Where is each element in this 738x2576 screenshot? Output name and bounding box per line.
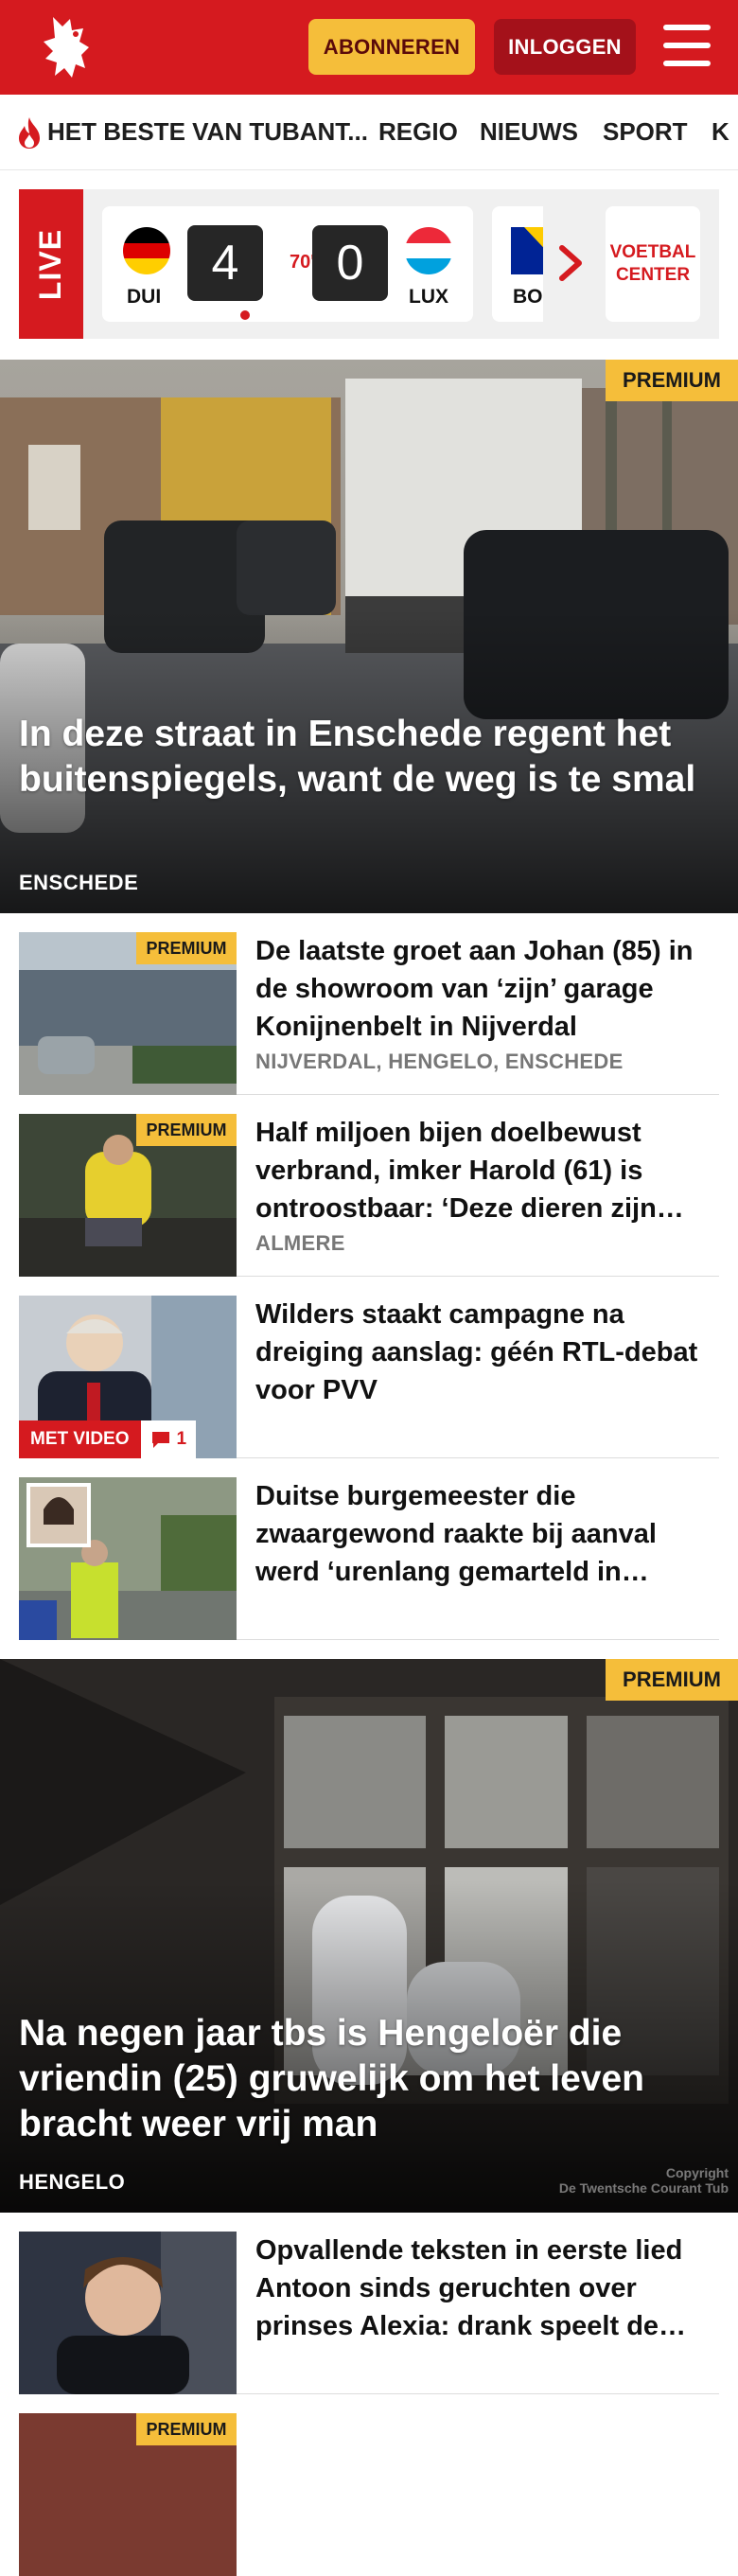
hero-location: HENGELO [19,2170,126,2194]
article-title[interactable]: Opvallende teksten in eerste lied Antoon… [255,2232,719,2345]
subscribe-button[interactable]: ABONNEREN [308,19,475,75]
hero-location: ENSCHEDE [19,871,139,894]
list-item[interactable]: PREMIUM Half miljoen bijen doelbewust ve… [19,1114,719,1277]
list-item[interactable]: PREMIUM De laatste groet aan Johan (85) … [19,932,719,1095]
flame-icon [19,117,40,149]
match-minute: 70' [290,252,316,273]
nav-item-nieuws[interactable]: NIEUWS [480,95,578,168]
photo-copyright: Copyright De Twentsche Courant Tub [558,2165,729,2196]
hero-title[interactable]: In deze straat in Enschede regent het bu… [19,712,719,803]
article-title[interactable]: Wilders staakt campagne na dreiging aans… [255,1296,719,1409]
premium-badge: PREMIUM [136,1114,237,1146]
nav-item-best-of[interactable]: HET BESTE VAN TUBANT... [47,95,368,168]
live-scores-strip: LIVE DUI 4 70' 0 LUX BO VOETBAL CENTER [19,189,719,339]
chevron-right-icon[interactable] [556,242,585,284]
voetbal-center-link[interactable]: VOETBAL CENTER [606,206,700,322]
live-indicator-dot [238,309,252,322]
menu-icon[interactable] [663,25,711,66]
nav-item-sport[interactable]: SPORT [603,95,688,168]
nav-item-regio[interactable]: REGIO [378,95,458,168]
article-thumbnail: PREMIUM [19,1114,237,1277]
live-match-card[interactable]: DUI 4 70' 0 LUX [102,206,473,322]
top-header: ABONNEREN INLOGGEN [0,0,738,95]
hero-article-enschede[interactable]: PREMIUM In deze straat in Enschede regen… [0,360,738,913]
premium-badge: PREMIUM [136,2413,237,2445]
away-score: 0 [312,225,388,301]
article-location: ALMERE [255,1231,345,1255]
bosnia-flag-icon [511,227,543,274]
list-item[interactable]: PREMIUM [19,2413,719,2576]
video-badge: MET VIDEO 1 [19,1420,197,1458]
next-match-card[interactable]: BO [492,206,543,322]
article-thumbnail: MET VIDEO 1 [19,1296,237,1458]
hero-article-hengelo[interactable]: PREMIUM Na negen jaar tbs is Hengeloër d… [0,1659,738,2213]
section-nav: HET BESTE VAN TUBANT... REGIO NIEUWS SPO… [0,95,738,170]
article-thumbnail [19,1477,237,1640]
comment-icon [151,1432,169,1448]
hero-title[interactable]: Na negen jaar tbs is Hengeloër die vrien… [19,2011,719,2147]
home-score: 4 [187,225,263,301]
premium-badge: PREMIUM [606,1659,738,1701]
video-label: MET VIDEO [19,1420,141,1458]
next-team-code: BO [513,286,543,308]
article-thumbnail [19,2232,237,2394]
article-thumbnail: PREMIUM [19,932,237,1095]
article-title[interactable]: De laatste groet aan Johan (85) in de sh… [255,932,719,1046]
list-item[interactable]: Duitse burgemeester die zwaargewond raak… [19,1477,719,1640]
list-item[interactable]: Opvallende teksten in eerste lied Antoon… [19,2232,719,2394]
luxembourg-flag-icon [405,227,452,274]
away-team-code: LUX [409,286,448,308]
article-location: NIJVERDAL, HENGELO, ENSCHEDE [255,1050,624,1073]
login-button[interactable]: INLOGGEN [494,19,636,75]
tubantia-horse-logo-icon[interactable] [34,9,100,85]
article-thumbnail: PREMIUM [19,2413,237,2576]
article-title[interactable]: Half miljoen bijen doelbewust verbrand, … [255,1114,719,1227]
comment-count: 1 [140,1420,197,1458]
nav-item-more[interactable]: K [712,95,729,168]
hero-photo-street [0,360,738,913]
premium-badge: PREMIUM [606,360,738,401]
home-team-code: DUI [127,286,162,308]
live-label: LIVE [19,189,83,339]
article-title[interactable]: Duitse burgemeester die zwaargewond raak… [255,1477,719,1591]
germany-flag-icon [123,227,170,274]
list-item[interactable]: MET VIDEO 1 Wilders staakt campagne na d… [19,1296,719,1458]
premium-badge: PREMIUM [136,932,237,964]
